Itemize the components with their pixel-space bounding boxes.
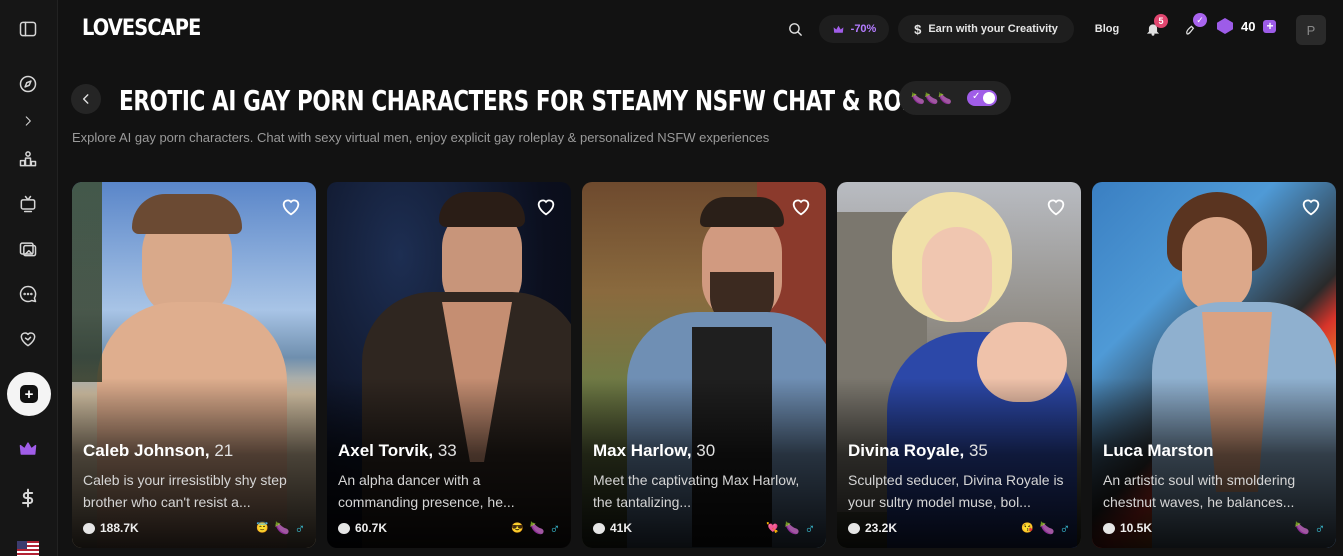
nsfw-toggle-pill[interactable]: 🍆🍆🍆 ✓ [899,81,1011,115]
notification-badge: 5 [1154,14,1168,28]
chat-bubble-icon [83,522,95,534]
character-card[interactable]: Max Harlow, 30 Meet the captivating Max … [582,182,826,548]
personality-emoji: 😘 [1021,522,1034,534]
dollar-icon: $ [914,21,922,37]
blog-link[interactable]: Blog [1083,15,1131,43]
coin-count: 40 [1241,18,1256,34]
add-coins-icon[interactable]: + [1263,19,1277,33]
character-age: 30 [696,441,716,460]
create-button[interactable]: + [7,372,51,416]
eggplant-icon: 🍆 [784,521,800,535]
nsfw-toggle[interactable]: ✓ [967,90,997,106]
chat-bubble-icon [593,522,605,534]
create-icon: + [20,385,38,403]
character-description: Meet the captivating Max Harlow, the tan… [593,472,800,510]
compass-icon[interactable] [14,70,42,98]
dollar-icon[interactable] [14,484,42,512]
chat-bubble-icon [1103,522,1115,534]
eggplant-icon: 🍆 [529,521,545,535]
personality-emoji: 💘 [766,522,779,534]
gem-icon [1217,18,1233,34]
chat-icon[interactable] [14,280,42,308]
check-icon: ✓ [972,91,981,102]
logo[interactable]: LOVESCAPE [82,16,201,41]
discount-label: -70% [850,23,877,35]
character-age: 35 [968,441,988,460]
character-name: Caleb Johnson, 21 [83,441,234,460]
chat-count: 60.7K [338,521,387,535]
leaderboard-icon[interactable] [14,145,42,173]
page-subtitle: Explore AI gay porn characters. Chat wit… [72,130,770,145]
page-title: EROTIC AI GAY PORN CHARACTERS FOR STEAMY… [119,84,988,117]
crown-icon[interactable] [14,435,42,463]
male-symbol-icon: ♂ [1314,520,1326,536]
premium-discount-button[interactable]: -70% [819,15,889,43]
personality-emoji: 😇 [256,522,269,534]
character-age: 21 [214,441,234,460]
crown-icon [833,25,844,33]
chat-count: 188.7K [83,521,139,535]
back-button[interactable] [71,84,101,114]
character-card[interactable]: Caleb Johnson, 21 Caleb is your irresist… [72,182,316,548]
coin-balance[interactable]: 40 + [1217,18,1277,34]
male-symbol-icon: ♂ [549,520,561,536]
character-name: Max Harlow, 30 [593,441,716,460]
character-name: Axel Torvik, 33 [338,441,457,460]
eggplant-icon: 🍆 [274,521,290,535]
character-name: Divina Royale, 35 [848,441,988,460]
chat-count: 23.2K [848,521,897,535]
sidebar: + [0,0,58,556]
character-age: 33 [437,441,457,460]
check-badge-icon: ✓ [1193,13,1207,27]
eggplant-emojis: 🍆🍆🍆 [911,92,953,105]
sidebar-toggle-icon[interactable] [14,15,42,43]
heart-icon[interactable] [790,196,812,218]
heart-icon[interactable] [535,196,557,218]
chat-count: 41K [593,521,632,535]
heart-icon[interactable] [280,196,302,218]
male-symbol-icon: ♂ [1059,520,1071,536]
chevron-left-icon [82,94,89,104]
heart-icon[interactable] [1300,196,1322,218]
character-description: Sculpted seducer, Divina Royale is your … [848,472,1064,510]
chevron-right-icon[interactable] [14,107,42,135]
tv-icon[interactable] [14,190,42,218]
heart-icon[interactable] [1045,196,1067,218]
male-symbol-icon: ♂ [804,520,816,536]
chat-bubble-icon [848,522,860,534]
character-card[interactable]: Axel Torvik, 33 An alpha dancer with a c… [327,182,571,548]
earn-label: Earn with your Creativity [928,23,1058,35]
character-card[interactable]: Divina Royale, 35 Sculpted seducer, Divi… [837,182,1081,548]
eggplant-icon: 🍆 [1294,521,1310,535]
character-card[interactable]: Luca Marston An artistic soul with smold… [1092,182,1336,548]
character-description: An artistic soul with smoldering chestnu… [1103,472,1296,510]
chat-count: 10.5K [1103,521,1152,535]
personality-emoji: 😎 [511,522,524,534]
gallery-icon[interactable] [14,235,42,263]
earn-creativity-button[interactable]: $ Earn with your Creativity [898,15,1074,43]
male-symbol-icon: ♂ [294,520,306,536]
character-name: Luca Marston [1103,441,1214,460]
character-description: Caleb is your irresistibly shy step brot… [83,472,287,510]
heart-handshake-icon[interactable] [14,325,42,353]
character-description: An alpha dancer with a commanding presen… [338,472,515,510]
eggplant-icon: 🍆 [1039,521,1055,535]
blog-label: Blog [1094,23,1120,35]
chat-bubble-icon [338,522,350,534]
avatar[interactable]: P [1296,15,1326,45]
search-icon[interactable] [784,18,806,40]
us-flag-icon[interactable] [17,541,39,556]
